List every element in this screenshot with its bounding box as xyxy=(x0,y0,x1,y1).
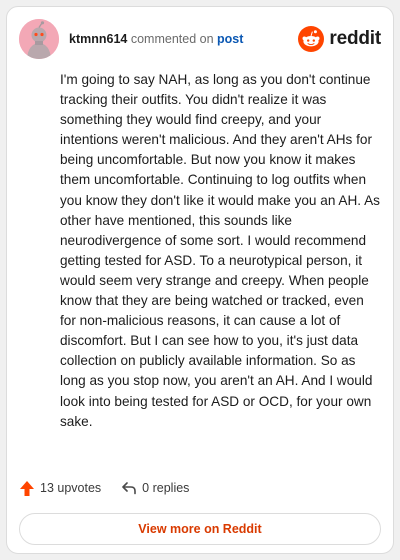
comment-actions: 13 upvotes 0 replies xyxy=(19,477,189,499)
comment-card: ktmnn614 commented on post reddit I'm go… xyxy=(6,6,394,554)
reddit-brand[interactable]: reddit xyxy=(298,26,381,52)
view-more-button[interactable]: View more on Reddit xyxy=(19,513,381,545)
avatar[interactable] xyxy=(19,19,59,59)
upvote-count: 13 upvotes xyxy=(40,481,102,495)
brand-wordmark: reddit xyxy=(329,28,381,49)
post-link[interactable]: post xyxy=(217,32,243,46)
upvote-button[interactable]: 13 upvotes xyxy=(19,480,101,497)
comment-header: ktmnn614 commented on post reddit xyxy=(19,19,381,59)
commented-on-text: commented on xyxy=(130,32,214,46)
reply-count: 0 replies xyxy=(142,481,190,495)
username[interactable]: ktmnn614 xyxy=(69,32,127,46)
comment-meta: ktmnn614 commented on post xyxy=(69,31,243,47)
reply-arrow-icon xyxy=(122,482,136,495)
snoo-avatar-icon xyxy=(19,19,59,59)
reddit-logo-icon xyxy=(298,26,325,52)
upvote-arrow-icon xyxy=(20,480,34,496)
reply-button[interactable]: 0 replies xyxy=(121,481,189,495)
comment-body: I'm going to say NAH, as long as you don… xyxy=(60,72,380,429)
